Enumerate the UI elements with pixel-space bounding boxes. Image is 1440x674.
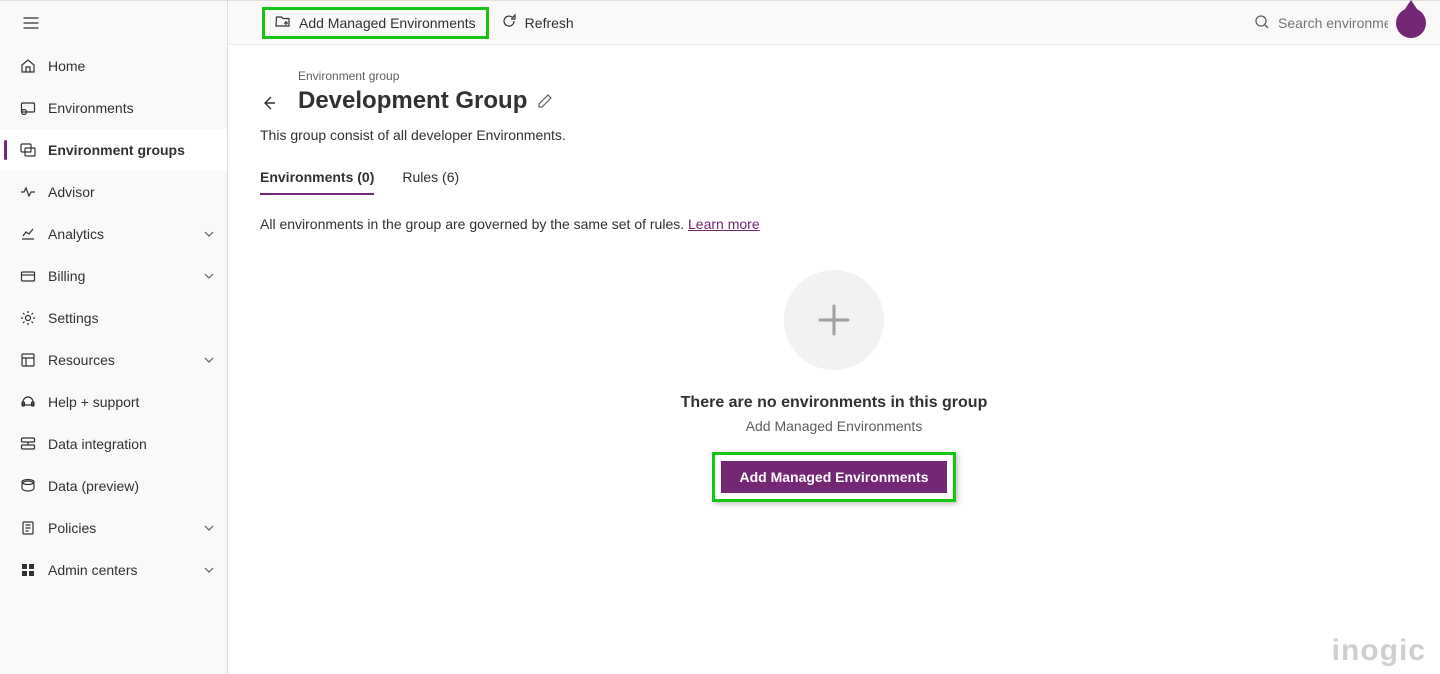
chevron-down-icon [203,270,215,282]
cmd-label: Refresh [525,15,574,31]
sidebar-item-label: Policies [48,520,203,536]
watermark: inogic [1332,634,1426,668]
sidebar-item-label: Analytics [48,226,203,242]
sidebar-item-label: Home [48,58,215,74]
refresh-button[interactable]: Refresh [491,7,584,39]
command-bar: Add Managed Environments Refresh [228,1,1440,45]
sidebar-item-label: Data (preview) [48,478,215,494]
sidebar-item-support[interactable]: Help + support [0,381,227,423]
sidebar-item-analytics[interactable]: Analytics [0,213,227,255]
plus-circle-icon [784,270,884,370]
admin-centers-icon [20,562,36,578]
sidebar-item-environments[interactable]: Environments [0,87,227,129]
environments-icon [20,100,36,116]
avatar[interactable] [1396,8,1426,38]
tab-environments[interactable]: Environments (0) [260,169,374,195]
resources-icon [20,352,36,368]
sidebar-item-label: Help + support [48,394,215,410]
sidebar-item-admin-centers[interactable]: Admin centers [0,549,227,591]
chevron-down-icon [203,564,215,576]
sidebar-item-home[interactable]: Home [0,45,227,87]
empty-heading: There are no environments in this group [681,394,988,412]
sidebar-item-label: Environments [48,100,215,116]
chevron-down-icon [203,228,215,240]
tab-rules[interactable]: Rules (6) [402,169,459,195]
main: Add Managed Environments Refresh Environ… [228,1,1440,674]
settings-icon [20,310,36,326]
data-integration-icon [20,436,36,452]
analytics-icon [20,226,36,242]
chevron-down-icon [203,354,215,366]
page-description: This group consist of all developer Envi… [260,127,1408,143]
sidebar-item-label: Resources [48,352,203,368]
tabs: Environments (0) Rules (6) [260,169,1408,196]
sidebar-item-label: Advisor [48,184,215,200]
advisor-icon [20,184,36,200]
sidebar-item-label: Admin centers [48,562,203,578]
data-preview-icon [20,478,36,494]
billing-icon [20,268,36,284]
add-managed-environments-toolbar-button[interactable]: Add Managed Environments [262,7,489,39]
hamburger-menu[interactable] [10,2,52,44]
add-folder-icon [275,13,291,32]
sidebar-item-environment-groups[interactable]: Environment groups [0,129,227,171]
empty-state: There are no environments in this group … [260,270,1408,502]
policies-icon [20,520,36,536]
refresh-icon [501,13,517,32]
learn-more-link[interactable]: Learn more [688,216,760,232]
sidebar-item-label: Data integration [48,436,215,452]
chevron-down-icon [203,522,215,534]
sidebar-item-label: Settings [48,310,215,326]
sidebar-item-data-preview[interactable]: Data (preview) [0,465,227,507]
sidebar-item-label: Environment groups [48,142,215,158]
support-icon [20,394,36,410]
sidebar-item-policies[interactable]: Policies [0,507,227,549]
add-managed-environments-button[interactable]: Add Managed Environments [721,461,946,493]
search-icon [1254,14,1270,33]
cmd-label: Add Managed Environments [299,15,476,31]
search-input[interactable] [1278,15,1388,31]
sidebar-item-label: Billing [48,268,203,284]
edit-icon[interactable] [537,93,553,109]
breadcrumb: Environment group [298,69,553,83]
governed-text: All environments in the group are govern… [260,216,1408,232]
sidebar-item-resources[interactable]: Resources [0,339,227,381]
empty-sub: Add Managed Environments [746,418,923,434]
page-title: Development Group [298,87,527,115]
sidebar-item-settings[interactable]: Settings [0,297,227,339]
sidebar: Home Environments Environment groups Adv… [0,1,228,674]
home-icon [20,58,36,74]
back-button[interactable] [260,93,280,113]
sidebar-item-billing[interactable]: Billing [0,255,227,297]
sidebar-item-data-integration[interactable]: Data integration [0,423,227,465]
sidebar-item-advisor[interactable]: Advisor [0,171,227,213]
environment-groups-icon [20,142,36,158]
